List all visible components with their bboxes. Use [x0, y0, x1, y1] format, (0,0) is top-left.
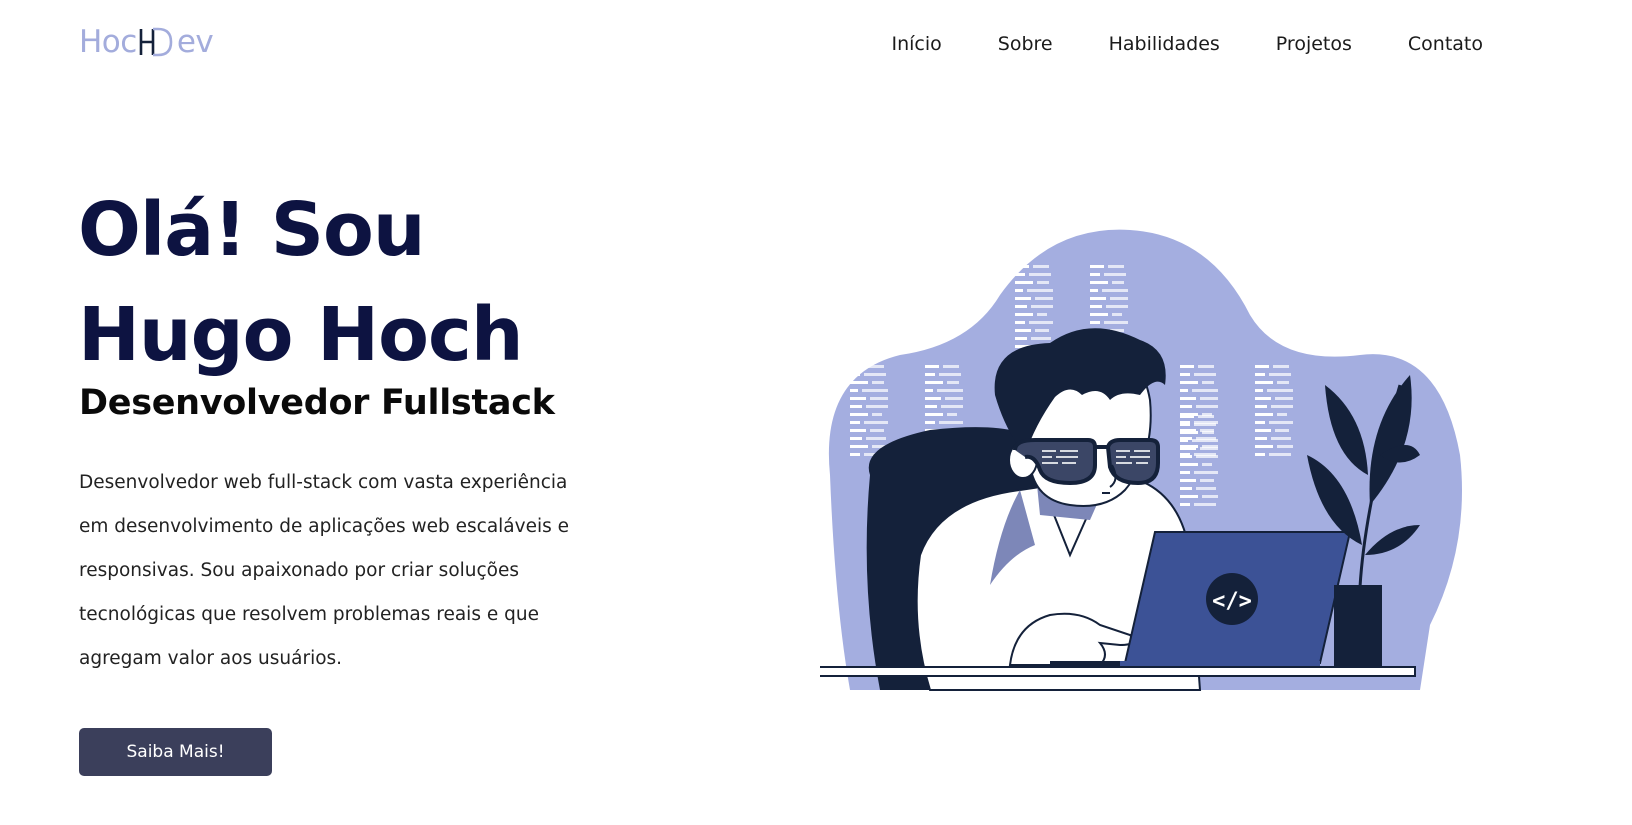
logo-text-right: ev	[176, 24, 214, 60]
hero-title-line1: Olá! Sou	[78, 187, 426, 273]
logo[interactable]: Hoc ev	[79, 22, 214, 62]
hero-title-line2: Hugo Hoch	[78, 292, 524, 378]
nav-item-sobre[interactable]: Sobre	[998, 33, 1053, 55]
desk	[820, 666, 1416, 677]
developer-illustration: </>	[820, 225, 1462, 691]
main-nav: Início Sobre Habilidades Projetos Contat…	[891, 33, 1483, 55]
nav-item-projetos[interactable]: Projetos	[1276, 33, 1352, 55]
hero-subtitle: Desenvolvedor Fullstack	[79, 383, 555, 423]
logo-text-left: Hoc	[79, 24, 137, 60]
code-badge-icon: </>	[1212, 589, 1252, 614]
logo-hd-mark	[138, 25, 174, 59]
hero-description: Desenvolvedor web full-stack com vasta e…	[79, 472, 570, 669]
nav-item-contato[interactable]: Contato	[1408, 33, 1483, 55]
nav-item-inicio[interactable]: Início	[891, 33, 941, 55]
code-lines-decoration	[820, 225, 858, 316]
hero-title: Olá! Sou Hugo Hoch	[78, 178, 524, 388]
nav-item-habilidades[interactable]: Habilidades	[1109, 33, 1220, 55]
saiba-mais-button[interactable]: Saiba Mais!	[79, 728, 272, 776]
